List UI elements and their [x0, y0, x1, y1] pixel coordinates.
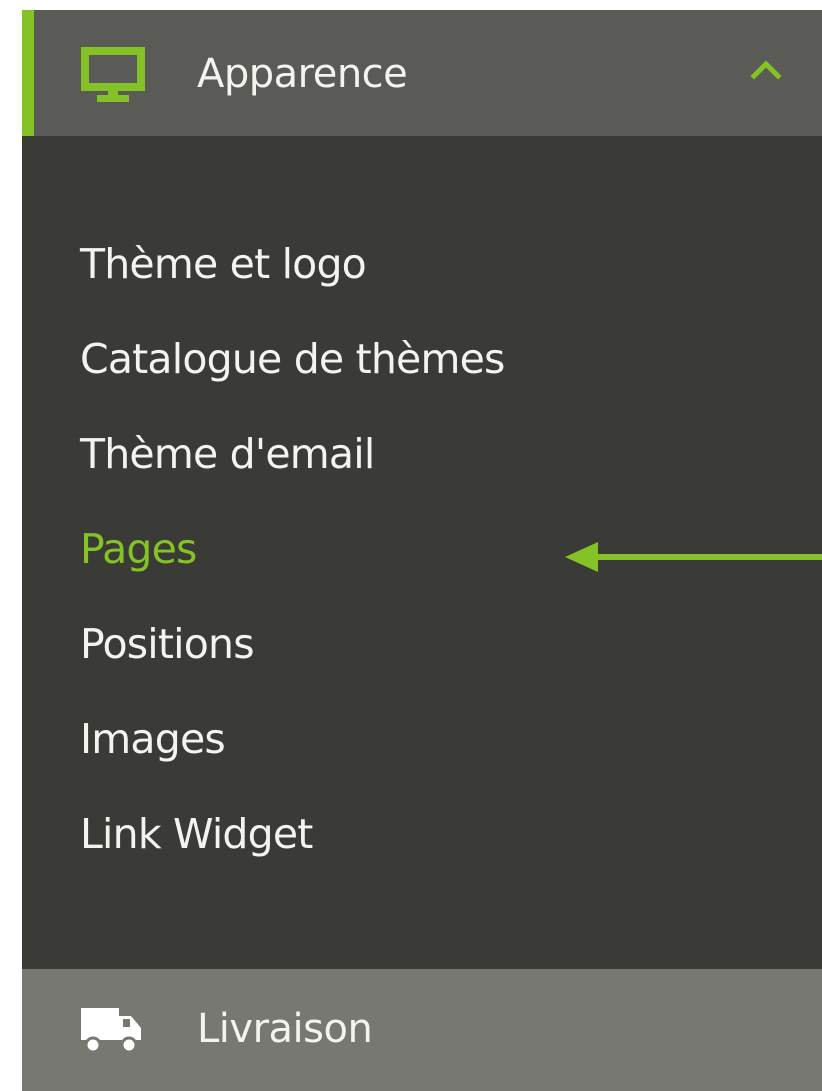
monitor-icon — [81, 47, 145, 102]
submenu-item-link-widget[interactable]: Link Widget — [80, 806, 313, 862]
section-label: Apparence — [197, 51, 408, 97]
submenu-item-images[interactable]: Images — [80, 711, 226, 767]
submenu-item-positions[interactable]: Positions — [80, 616, 255, 672]
submenu-item-theme-email[interactable]: Thème d'email — [80, 426, 375, 482]
submenu-item-pages[interactable]: Pages — [80, 521, 197, 577]
menu-section-apparence[interactable]: Apparence — [22, 10, 822, 136]
submenu-item-theme-logo[interactable]: Thème et logo — [80, 236, 367, 292]
truck-icon — [81, 1008, 141, 1054]
pointer-arrow-icon — [565, 542, 822, 572]
active-section-indicator — [22, 10, 34, 136]
chevron-up-icon[interactable] — [749, 57, 783, 81]
sidebar-menu: Apparence Thème et logo Catalogue de thè… — [22, 10, 822, 1091]
section-label: Livraison — [197, 1006, 373, 1052]
menu-section-livraison[interactable]: Livraison — [22, 969, 822, 1091]
submenu-item-catalogue-themes[interactable]: Catalogue de thèmes — [80, 331, 505, 387]
